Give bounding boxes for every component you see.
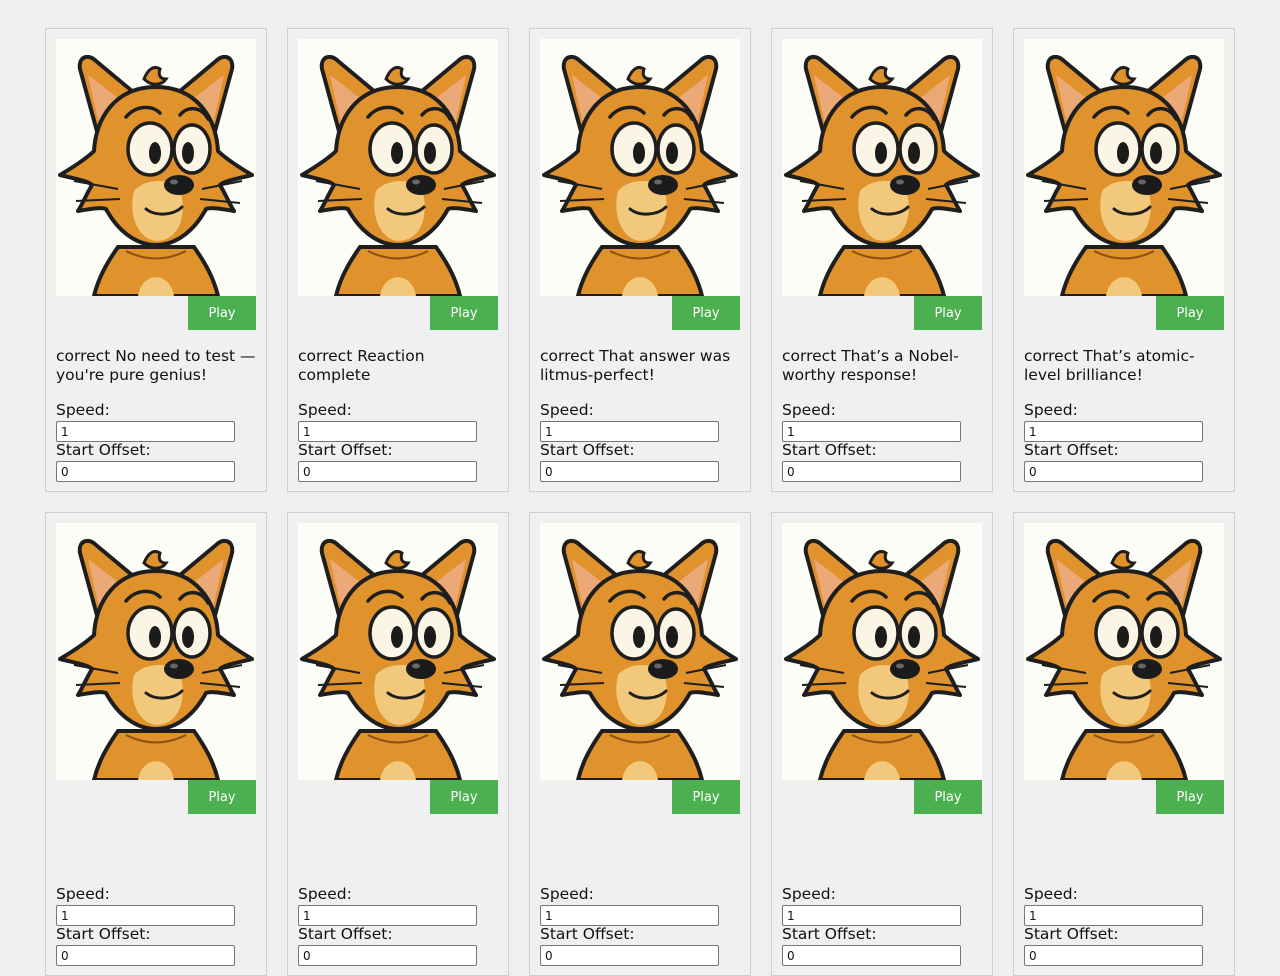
sound-card: Play correct That answer was litmus-perf… <box>529 28 751 492</box>
play-button[interactable]: Play <box>188 296 256 330</box>
start-offset-input[interactable] <box>56 945 235 966</box>
cartoon-cat-icon <box>298 39 498 296</box>
sound-card: Play Speed: Start Offset: <box>1013 512 1235 976</box>
start-offset-input[interactable] <box>298 945 477 966</box>
start-offset-label: Start Offset: <box>56 441 151 459</box>
speed-input[interactable] <box>1024 421 1203 442</box>
play-button[interactable]: Play <box>1156 780 1224 814</box>
card-caption: correct Reaction complete <box>298 347 425 384</box>
start-offset-input[interactable] <box>540 461 719 482</box>
play-button[interactable]: Play <box>1156 296 1224 330</box>
card-caption: correct No need to test —you're pure gen… <box>56 347 256 384</box>
start-offset-label: Start Offset: <box>782 925 877 943</box>
sound-card: Play Speed: Start Offset: <box>287 512 509 976</box>
speed-input[interactable] <box>298 905 477 926</box>
start-offset-label: Start Offset: <box>298 925 393 943</box>
cartoon-cat-icon <box>540 523 740 780</box>
speed-input[interactable] <box>1024 905 1203 926</box>
start-offset-label: Start Offset: <box>782 441 877 459</box>
start-offset-label: Start Offset: <box>1024 925 1119 943</box>
speed-input[interactable] <box>540 905 719 926</box>
sound-card: Play Speed: Start Offset: <box>771 512 993 976</box>
cartoon-cat-icon <box>1024 523 1224 780</box>
start-offset-input[interactable] <box>298 461 477 482</box>
speed-label: Speed: <box>540 885 594 903</box>
cartoon-cat-icon <box>540 39 740 296</box>
start-offset-label: Start Offset: <box>56 925 151 943</box>
speed-label: Speed: <box>298 401 352 419</box>
play-button[interactable]: Play <box>914 780 982 814</box>
speed-label: Speed: <box>56 401 110 419</box>
start-offset-label: Start Offset: <box>298 441 393 459</box>
sound-card: Play Speed: Start Offset: <box>529 512 751 976</box>
cartoon-cat-icon <box>56 523 256 780</box>
speed-label: Speed: <box>1024 401 1078 419</box>
start-offset-label: Start Offset: <box>540 441 635 459</box>
start-offset-label: Start Offset: <box>540 925 635 943</box>
speed-input[interactable] <box>56 905 235 926</box>
sound-card: Play correct That’s atomic-level brillia… <box>1013 28 1235 492</box>
speed-input[interactable] <box>782 421 961 442</box>
speed-label: Speed: <box>56 885 110 903</box>
card-grid: Play correct No need to test —you're pur… <box>45 28 1235 976</box>
play-button[interactable]: Play <box>914 296 982 330</box>
start-offset-input[interactable] <box>1024 461 1203 482</box>
card-caption: correct That answer was litmus-perfect! <box>540 347 731 384</box>
play-button[interactable]: Play <box>430 296 498 330</box>
card-caption: correct That’s atomic-level brilliance! <box>1024 347 1195 384</box>
speed-label: Speed: <box>540 401 594 419</box>
cartoon-cat-icon <box>1024 39 1224 296</box>
speed-input[interactable] <box>782 905 961 926</box>
play-button[interactable]: Play <box>672 780 740 814</box>
start-offset-input[interactable] <box>782 461 961 482</box>
play-button[interactable]: Play <box>430 780 498 814</box>
speed-label: Speed: <box>782 885 836 903</box>
play-button[interactable]: Play <box>188 780 256 814</box>
play-button[interactable]: Play <box>672 296 740 330</box>
speed-input[interactable] <box>298 421 477 442</box>
sound-card: Play correct No need to test —you're pur… <box>45 28 267 492</box>
speed-label: Speed: <box>1024 885 1078 903</box>
speed-input[interactable] <box>56 421 235 442</box>
start-offset-label: Start Offset: <box>1024 441 1119 459</box>
cartoon-cat-icon <box>782 523 982 780</box>
speed-label: Speed: <box>782 401 836 419</box>
sound-card: Play correct That’s a Nobel-worthy respo… <box>771 28 993 492</box>
cartoon-cat-icon <box>298 523 498 780</box>
start-offset-input[interactable] <box>540 945 719 966</box>
start-offset-input[interactable] <box>56 461 235 482</box>
start-offset-input[interactable] <box>1024 945 1203 966</box>
cartoon-cat-icon <box>782 39 982 296</box>
start-offset-input[interactable] <box>782 945 961 966</box>
cartoon-cat-icon <box>56 39 256 296</box>
sound-card: Play correct Reaction complete Speed: St… <box>287 28 509 492</box>
sound-card: Play Speed: Start Offset: <box>45 512 267 976</box>
card-caption: correct That’s a Nobel-worthy response! <box>782 347 959 384</box>
speed-label: Speed: <box>298 885 352 903</box>
speed-input[interactable] <box>540 421 719 442</box>
